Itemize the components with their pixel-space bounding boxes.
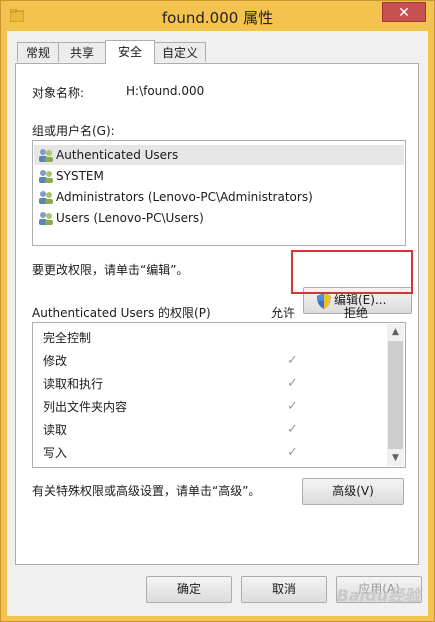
list-item[interactable]: SYSTEM xyxy=(34,166,404,186)
user-list[interactable]: Authenticated Users SYSTEM Administrator… xyxy=(32,140,406,246)
advanced-hint: 有关特殊权限或高级设置，请单击“高级”。 xyxy=(32,484,261,498)
check-icon: ✓ xyxy=(287,399,298,414)
window-title: found.000 属性 xyxy=(161,9,274,27)
tab-security[interactable]: 安全 xyxy=(105,40,155,64)
permission-row: 读取和执行 ✓ xyxy=(43,373,393,395)
ok-button[interactable]: 确定 xyxy=(146,576,232,603)
deny-header: 拒绝 xyxy=(344,306,369,320)
permission-title: Authenticated Users 的权限(P) xyxy=(32,306,211,320)
permission-row: 列出文件夹内容 ✓ xyxy=(43,396,393,418)
title-bar[interactable]: found.000 属性 ✕ xyxy=(1,1,434,31)
advanced-button[interactable]: 高级(V) xyxy=(302,478,404,505)
permission-name: 读取和执行 xyxy=(43,377,104,391)
scroll-thumb[interactable] xyxy=(388,341,403,449)
check-icon: ✓ xyxy=(287,445,298,460)
permission-name: 完全控制 xyxy=(43,331,92,345)
tab-customize[interactable]: 自定义 xyxy=(154,42,206,62)
group-label: 组或用户名(G): xyxy=(32,124,115,138)
tab-general[interactable]: 常规 xyxy=(17,42,59,62)
change-hint: 要更改权限，请单击“编辑”。 xyxy=(32,263,189,277)
tab-sharing[interactable]: 共享 xyxy=(58,42,106,62)
check-icon: ✓ xyxy=(287,422,298,437)
permission-name: 读取 xyxy=(43,423,68,437)
permission-name: 修改 xyxy=(43,354,68,368)
object-name-value: H:\found.000 xyxy=(126,84,205,98)
shield-icon xyxy=(317,293,331,309)
cancel-button[interactable]: 取消 xyxy=(241,576,327,603)
dialog-client: 常规 共享 安全 自定义 对象名称: H:\found.000 组或用户名(G)… xyxy=(7,31,428,616)
permission-row: 修改 ✓ xyxy=(43,350,393,372)
permission-row: 读取 ✓ xyxy=(43,419,393,441)
highlight-box xyxy=(291,250,413,294)
properties-window: found.000 属性 ✕ 常规 共享 安全 自定义 对象名称: H:\fou… xyxy=(0,0,435,622)
scroll-down-icon[interactable]: ▼ xyxy=(387,450,404,466)
users-icon xyxy=(39,149,53,162)
check-icon: ✓ xyxy=(287,353,298,368)
permission-row: 完全控制 xyxy=(43,327,393,349)
list-item[interactable]: Administrators (Lenovo-PC\Administrators… xyxy=(34,187,404,207)
watermark: Baidu经验 xyxy=(336,586,420,605)
list-item[interactable]: Users (Lenovo-PC\Users) xyxy=(34,208,404,228)
users-icon xyxy=(39,170,53,183)
security-panel: 对象名称: H:\found.000 组或用户名(G): Authenticat… xyxy=(15,63,419,565)
permission-row: 写入 ✓ xyxy=(43,442,393,464)
user-name: Administrators (Lenovo-PC\Administrators… xyxy=(56,190,313,204)
permission-name: 列出文件夹内容 xyxy=(43,400,128,414)
object-name-label: 对象名称: xyxy=(32,86,85,100)
check-icon: ✓ xyxy=(287,376,298,391)
allow-header: 允许 xyxy=(271,306,296,320)
user-name: Users (Lenovo-PC\Users) xyxy=(56,211,204,225)
vertical-scrollbar[interactable]: ▲ ▼ xyxy=(387,324,404,466)
permission-name: 写入 xyxy=(43,446,68,460)
user-name: SYSTEM xyxy=(56,169,104,183)
close-button[interactable]: ✕ xyxy=(382,2,426,22)
user-name: Authenticated Users xyxy=(56,148,179,162)
list-item[interactable]: Authenticated Users xyxy=(34,145,404,165)
users-icon xyxy=(39,191,53,204)
permission-list[interactable]: 完全控制 修改 ✓ 读取和执行 ✓ 列出文件夹内容 ✓ 读取 ✓ 写入 ✓ ▲ … xyxy=(32,322,406,468)
scroll-up-icon[interactable]: ▲ xyxy=(387,324,404,340)
users-icon xyxy=(39,212,53,225)
